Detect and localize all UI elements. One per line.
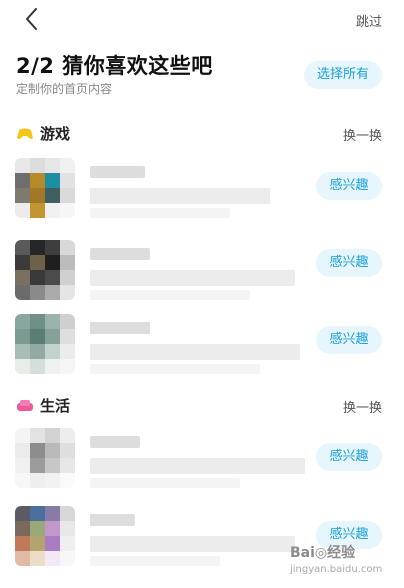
- list-item: 感兴趣: [0, 428, 404, 500]
- interest-button[interactable]: 感兴趣: [316, 172, 382, 200]
- watermark-logo: Bai◎经验 jingyan.baidu.com: [286, 538, 404, 588]
- item-name-redacted: [90, 248, 150, 260]
- interest-button[interactable]: 感兴趣: [316, 249, 382, 277]
- select-all-button[interactable]: 选择所有: [304, 61, 382, 89]
- list-item: 感兴趣: [0, 314, 404, 386]
- top-bar: 跳过: [0, 0, 404, 40]
- item-desc-redacted: [90, 556, 220, 566]
- item-desc-redacted: [90, 290, 250, 300]
- page-subtitle: 定制你的首页内容: [16, 82, 113, 96]
- item-desc-redacted: [90, 364, 260, 374]
- interest-button[interactable]: 感兴趣: [316, 443, 382, 471]
- item-thumbnail: [15, 158, 75, 218]
- list-item: 感兴趣: [0, 158, 404, 230]
- item-thumbnail: [15, 240, 75, 300]
- item-name-redacted: [90, 166, 145, 178]
- item-desc-redacted: [90, 458, 305, 474]
- gamepad-icon: [16, 126, 34, 140]
- sofa-icon: [16, 398, 34, 412]
- chevron-left-icon: [26, 8, 37, 30]
- item-desc-redacted: [90, 344, 300, 360]
- page-title: 2/2 猜你喜欢这些吧: [16, 54, 213, 78]
- item-name-redacted: [90, 322, 150, 334]
- interest-button[interactable]: 感兴趣: [316, 326, 382, 354]
- section-title: 生活: [40, 397, 71, 415]
- item-thumbnail: [15, 506, 75, 566]
- refresh-button[interactable]: 换一换: [343, 125, 382, 144]
- item-name-redacted: [90, 436, 140, 448]
- item-desc-redacted: [90, 270, 295, 286]
- section-title: 游戏: [40, 125, 71, 143]
- item-thumbnail: [15, 428, 75, 488]
- refresh-button[interactable]: 换一换: [343, 397, 382, 416]
- watermark-text: Bai◎经验: [290, 545, 356, 561]
- item-desc-redacted: [90, 188, 270, 204]
- list-item: 感兴趣: [0, 240, 404, 312]
- watermark-subtext: jingyan.baidu.com: [290, 564, 383, 575]
- section-header-life: 生活 换一换: [16, 395, 388, 417]
- item-name-redacted: [90, 514, 135, 526]
- item-thumbnail: [15, 314, 75, 374]
- back-button[interactable]: [22, 6, 44, 32]
- item-desc-redacted: [90, 208, 230, 218]
- skip-button[interactable]: 跳过: [356, 11, 382, 30]
- item-desc-redacted: [90, 478, 240, 488]
- item-desc-redacted: [90, 536, 295, 552]
- section-header-games: 游戏 换一换: [16, 123, 388, 145]
